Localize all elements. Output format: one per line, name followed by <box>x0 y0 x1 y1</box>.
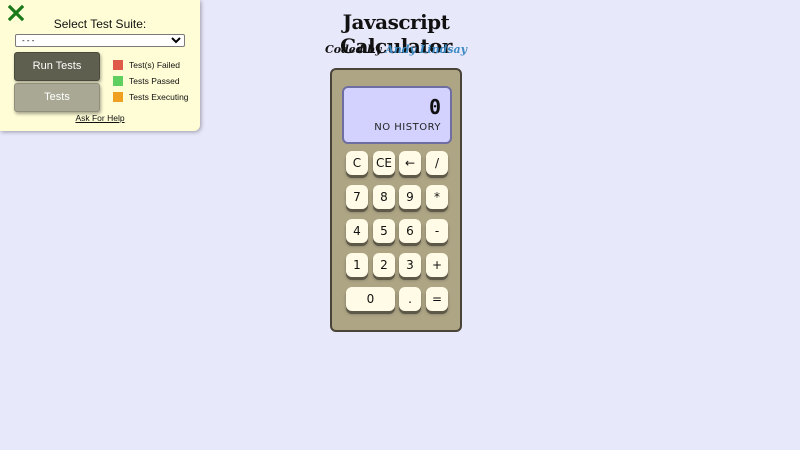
six-button[interactable]: 6 <box>399 219 421 243</box>
zero-button[interactable]: 0 <box>346 287 395 311</box>
multiply-button[interactable]: * <box>426 185 448 209</box>
legend-failed: Test(s) Failed <box>113 57 199 73</box>
test-suite-panel: Select Test Suite: - - - Run Tests Tests… <box>0 0 200 131</box>
run-tests-button[interactable]: Run Tests <box>14 52 100 81</box>
executing-swatch <box>113 92 123 102</box>
arrow-left-icon: ← <box>404 156 416 170</box>
test-legend: Test(s) Failed Tests Passed Tests Execut… <box>113 57 199 105</box>
equals-button[interactable]: = <box>426 287 448 311</box>
four-button[interactable]: 4 <box>346 219 368 243</box>
backspace-button[interactable]: ← <box>399 151 421 175</box>
calculator: 0 NO HISTORY C CE ← / 7 8 9 * 4 5 6 - 1 … <box>330 68 462 332</box>
divide-button[interactable]: / <box>426 151 448 175</box>
passed-swatch <box>113 76 123 86</box>
clear-entry-button[interactable]: CE <box>373 151 395 175</box>
legend-passed: Tests Passed <box>113 73 199 89</box>
legend-executing-label: Tests Executing <box>129 92 189 102</box>
seven-button[interactable]: 7 <box>346 185 368 209</box>
legend-failed-label: Test(s) Failed <box>129 60 181 70</box>
author-link[interactable]: Andy Lindsay <box>385 43 467 56</box>
legend-executing: Tests Executing <box>113 89 199 105</box>
display-history: NO HISTORY <box>374 122 441 133</box>
suite-select[interactable]: - - - <box>15 34 185 47</box>
one-button[interactable]: 1 <box>346 253 368 277</box>
two-button[interactable]: 2 <box>373 253 395 277</box>
suite-label: Select Test Suite: <box>53 17 147 31</box>
add-button[interactable]: + <box>426 253 448 277</box>
tests-button[interactable]: Tests <box>14 83 100 112</box>
legend-passed-label: Tests Passed <box>129 76 180 86</box>
eight-button[interactable]: 8 <box>373 185 395 209</box>
five-button[interactable]: 5 <box>373 219 395 243</box>
clear-button[interactable]: C <box>346 151 368 175</box>
subtract-button[interactable]: - <box>426 219 448 243</box>
byline: Coded by Andy Lindsay <box>296 43 496 56</box>
calculator-display: 0 NO HISTORY <box>342 86 452 144</box>
failed-swatch <box>113 60 123 70</box>
coded-by-label: Coded by <box>325 43 382 56</box>
three-button[interactable]: 3 <box>399 253 421 277</box>
nine-button[interactable]: 9 <box>399 185 421 209</box>
ask-for-help-link[interactable]: Ask For Help <box>0 113 200 123</box>
decimal-button[interactable]: . <box>399 287 421 311</box>
display-value: 0 <box>428 95 441 119</box>
